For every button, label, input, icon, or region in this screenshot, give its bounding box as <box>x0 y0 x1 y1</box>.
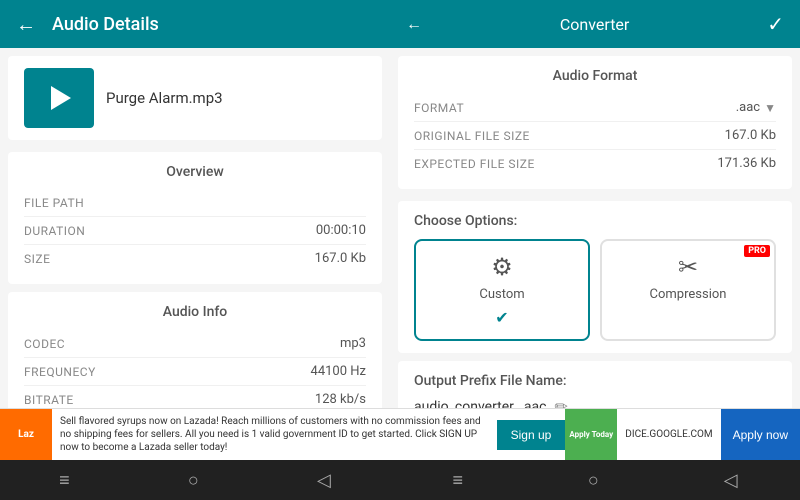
right-menu-icon[interactable]: ≡ <box>432 466 483 495</box>
right-ad-text: DICE.GOOGLE.COM <box>617 424 720 445</box>
overview-filepath-row: FILE PATH <box>24 190 366 217</box>
expected-size-label: EXPECTED FILE SIZE <box>414 157 535 171</box>
left-home-icon[interactable]: ○ <box>168 466 219 495</box>
frequency-row: FREQUNECY 44100 Hz <box>24 358 366 386</box>
prefix-value: audio_converter_.aac <box>414 399 547 409</box>
filepath-label: FILE PATH <box>24 196 84 210</box>
options-grid: ⚙ Custom ✔ PRO ✂ Compression <box>414 239 776 341</box>
format-format-row: FORMAT .aac ▼ <box>414 94 776 122</box>
audio-file-row: Purge Alarm.mp3 <box>8 56 382 140</box>
right-header: ← Converter ✓ <box>390 0 800 48</box>
custom-option[interactable]: ⚙ Custom ✔ <box>414 239 590 341</box>
check-selected-icon: ✔ <box>495 308 508 327</box>
bitrate-value: 128 kb/s <box>315 392 366 407</box>
play-thumbnail[interactable] <box>24 68 94 128</box>
custom-option-label: Custom <box>479 287 524 302</box>
output-prefix-card: Output Prefix File Name: audio_converter… <box>398 361 792 408</box>
play-icon <box>51 86 71 110</box>
format-value[interactable]: .aac ▼ <box>736 100 776 115</box>
apply-now-button[interactable]: Apply now <box>721 409 800 461</box>
audio-info-title: Audio Info <box>24 304 366 320</box>
right-back-icon[interactable]: ◁ <box>704 466 758 495</box>
back-arrow-icon[interactable]: ← <box>16 12 36 37</box>
audio-format-card: Audio Format FORMAT .aac ▼ ORIGINAL FILE… <box>398 56 792 189</box>
duration-label: DURATION <box>24 224 85 238</box>
size-value: 167.0 Kb <box>315 251 366 266</box>
edit-icon[interactable]: ✏ <box>555 397 568 408</box>
duration-value: 00:00:10 <box>316 223 366 238</box>
right-ad-logo: Apply Today <box>565 409 617 461</box>
compression-option-label: Compression <box>650 287 727 302</box>
frequency-label: FREQUNECY <box>24 365 96 379</box>
bottom-nav-wrapper: ≡ ○ ◁ ≡ ○ ◁ <box>0 460 800 500</box>
format-dropdown-icon: ▼ <box>764 101 776 115</box>
bitrate-label: BITRATE <box>24 393 74 407</box>
expected-size-row: EXPECTED FILE SIZE 171.36 Kb <box>414 150 776 177</box>
original-size-label: ORIGINAL FILE SIZE <box>414 129 530 143</box>
right-home-icon[interactable]: ○ <box>568 466 619 495</box>
overview-size-row: SIZE 167.0 Kb <box>24 245 366 272</box>
codec-value: mp3 <box>340 336 366 351</box>
ad-banner: Laz Sell flavored syrups now on Lazada! … <box>0 408 800 460</box>
right-panel-title: Converter <box>560 15 629 34</box>
left-panel-title: Audio Details <box>52 14 159 35</box>
left-panel: ← Audio Details Purge Alarm.mp3 Overview… <box>0 0 390 408</box>
right-bottom-nav: ≡ ○ ◁ <box>390 460 800 500</box>
prefix-value-row: audio_converter_.aac ✏ <box>414 397 776 408</box>
frequency-value: 44100 Hz <box>311 364 366 379</box>
overview-duration-row: DURATION 00:00:10 <box>24 217 366 245</box>
scissors-icon: ✂ <box>678 253 698 281</box>
overview-title: Overview <box>24 164 366 180</box>
left-bottom-nav: ≡ ○ ◁ <box>0 460 390 500</box>
gear-icon: ⚙ <box>491 253 513 281</box>
original-size-value: 167.0 Kb <box>725 128 776 143</box>
prefix-label: Output Prefix File Name: <box>414 373 776 389</box>
compression-option[interactable]: PRO ✂ Compression <box>600 239 776 341</box>
audio-info-card: Audio Info CODEC mp3 FREQUNECY 44100 Hz … <box>8 292 382 408</box>
file-name: Purge Alarm.mp3 <box>106 89 223 107</box>
choose-options-card: Choose Options: ⚙ Custom ✔ PRO ✂ Compres… <box>398 201 792 353</box>
left-menu-icon[interactable]: ≡ <box>39 466 90 495</box>
overview-card: Overview FILE PATH DURATION 00:00:10 SIZ… <box>8 152 382 284</box>
left-ad-text: Sell flavored syrups now on Lazada! Reac… <box>52 411 497 458</box>
right-panel: ← Converter ✓ Audio Format FORMAT .aac ▼… <box>390 0 800 408</box>
size-label: SIZE <box>24 252 50 266</box>
sign-up-button[interactable]: Sign up <box>497 420 566 450</box>
check-icon[interactable]: ✓ <box>767 12 784 36</box>
choose-options-label: Choose Options: <box>414 213 776 229</box>
left-header: ← Audio Details <box>0 0 390 48</box>
audio-format-title: Audio Format <box>414 68 776 84</box>
left-back-icon[interactable]: ◁ <box>297 466 351 495</box>
codec-label: CODEC <box>24 337 65 351</box>
bitrate-row: BITRATE 128 kb/s <box>24 386 366 408</box>
expected-size-value: 171.36 Kb <box>717 156 776 171</box>
pro-badge: PRO <box>744 245 770 257</box>
format-label: FORMAT <box>414 101 464 115</box>
original-size-row: ORIGINAL FILE SIZE 167.0 Kb <box>414 122 776 150</box>
right-back-arrow-icon[interactable]: ← <box>406 14 422 34</box>
codec-row: CODEC mp3 <box>24 330 366 358</box>
lazada-logo: Laz <box>0 409 52 461</box>
